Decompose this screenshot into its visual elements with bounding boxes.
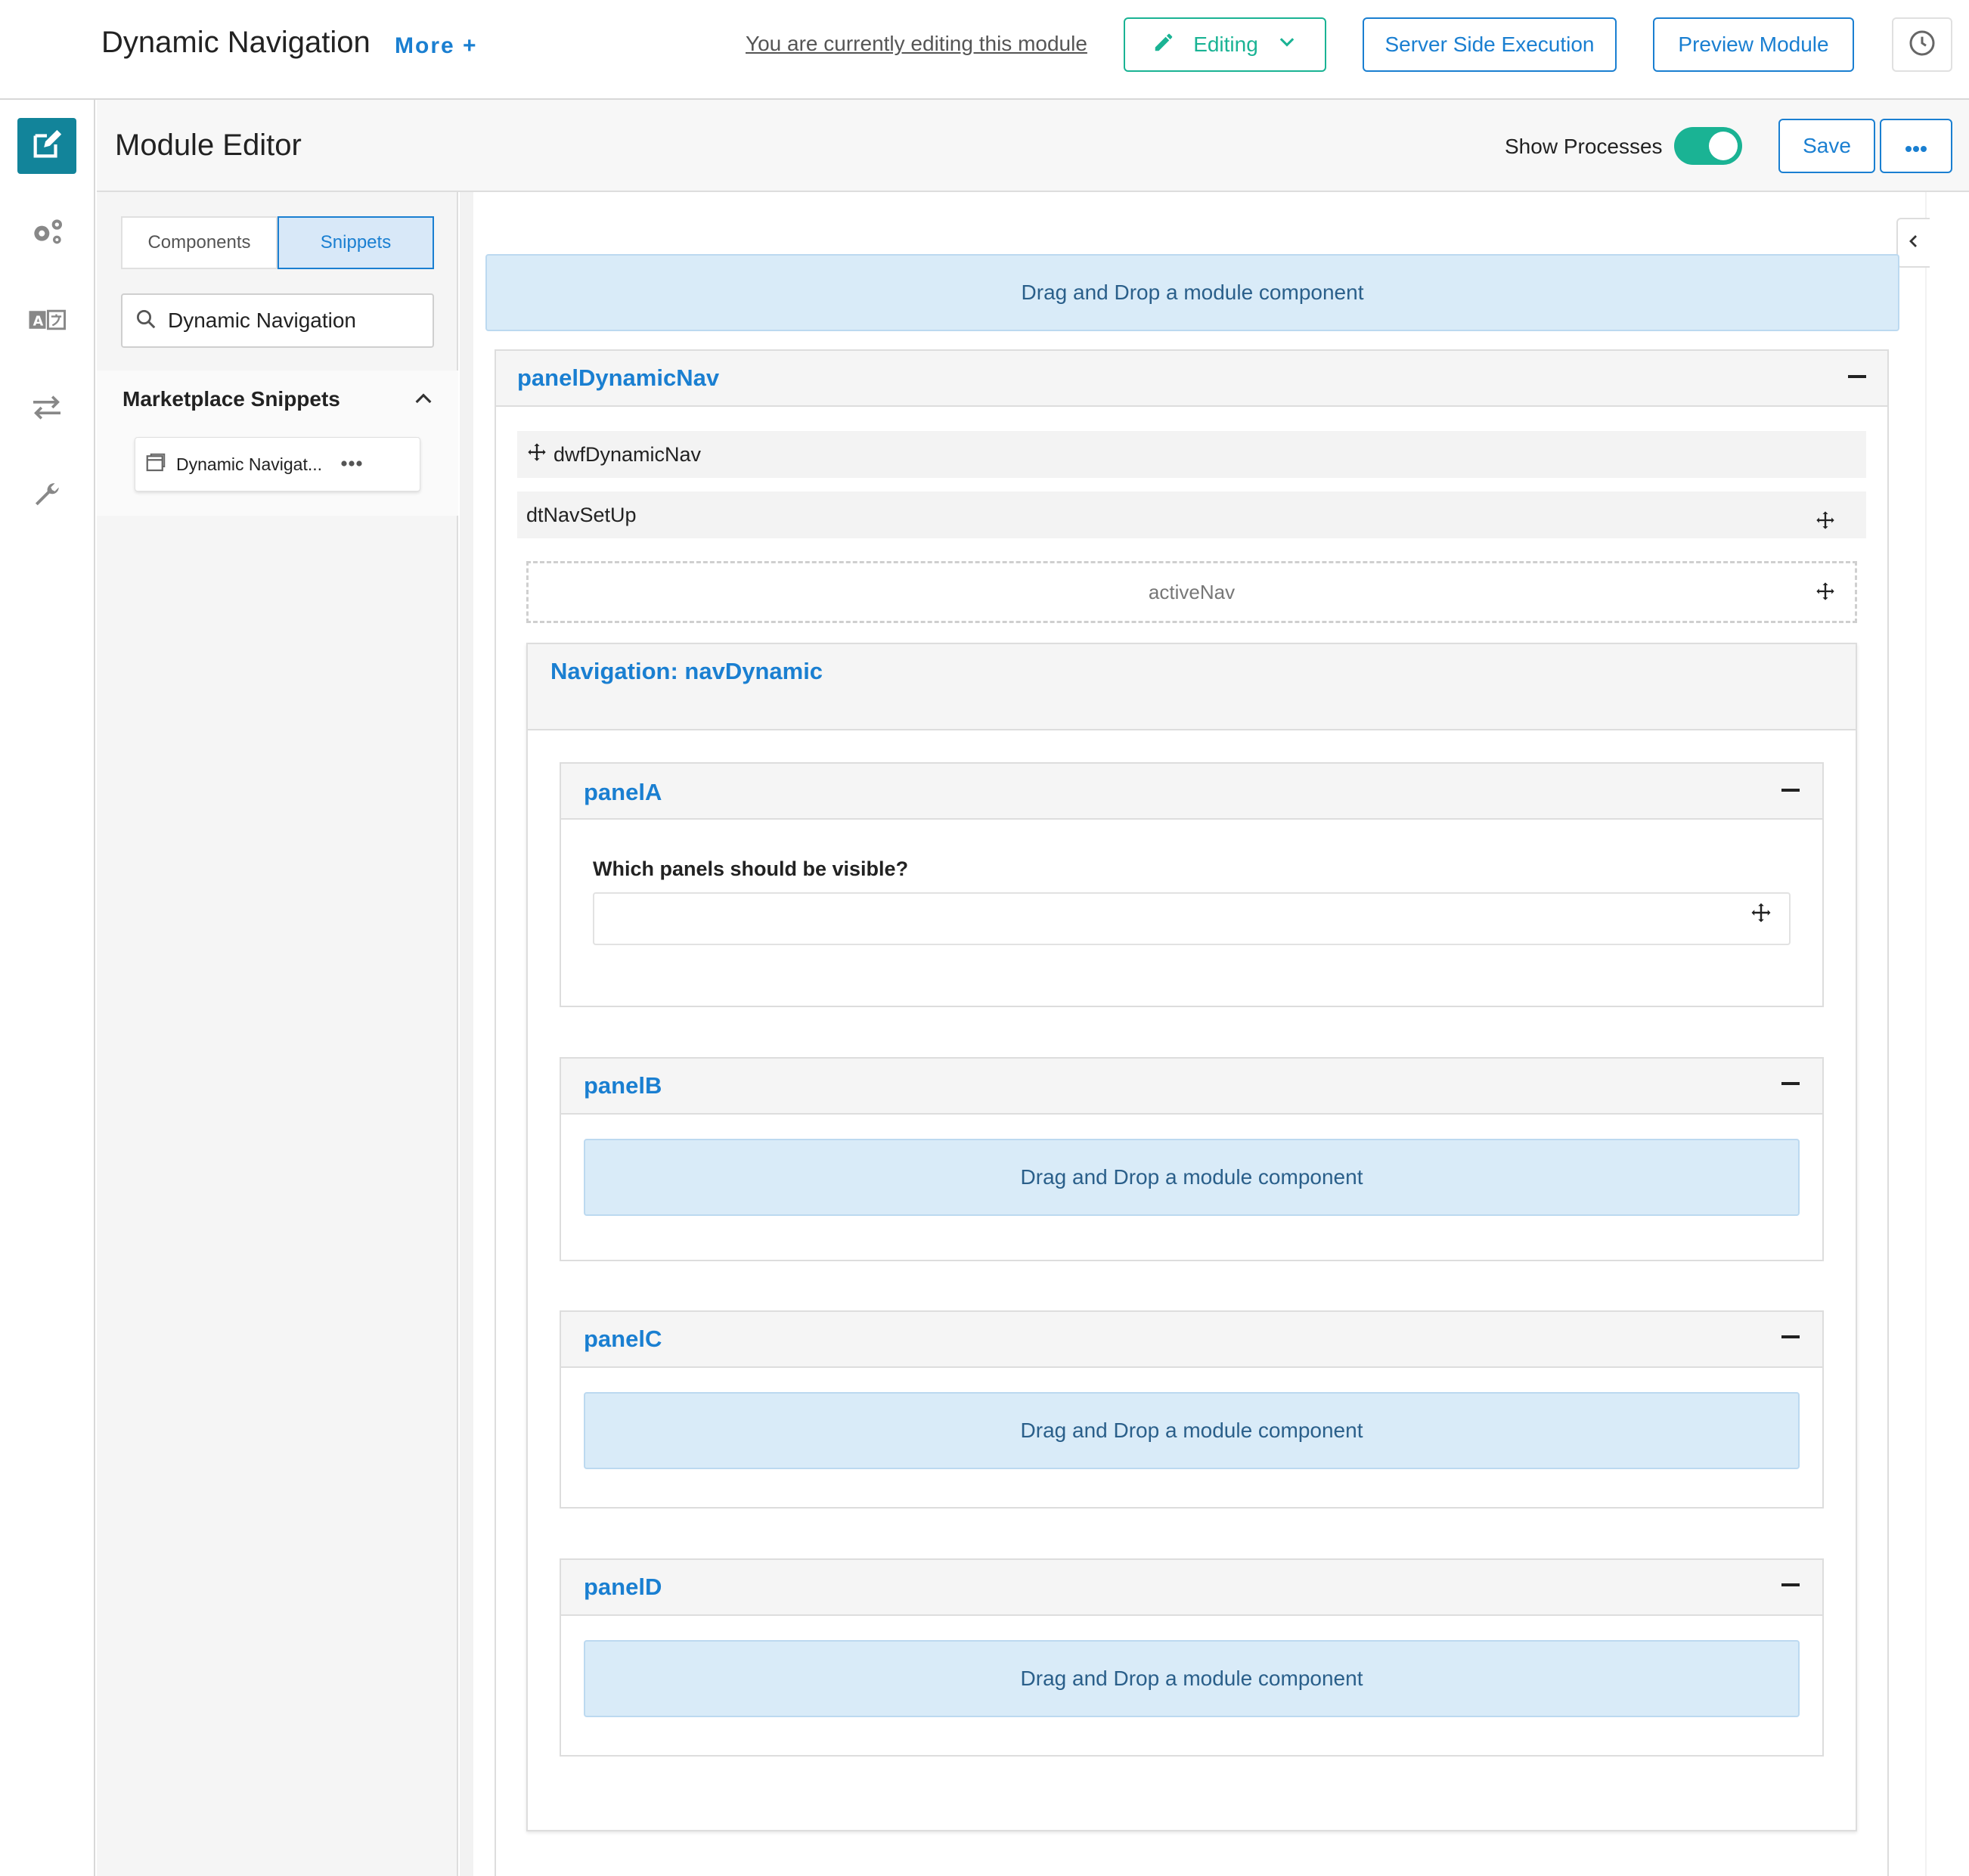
- pencil-icon: [1152, 31, 1175, 59]
- minus-icon[interactable]: [1781, 1583, 1800, 1586]
- chevron-down-icon: [1276, 32, 1298, 58]
- transfer-arrows-icon: [30, 394, 64, 425]
- visible-panels-select[interactable]: [593, 892, 1791, 945]
- dropzone-panel-b[interactable]: Drag and Drop a module component: [584, 1139, 1800, 1216]
- panel-a-header: [561, 764, 1822, 820]
- chevron-up-icon[interactable]: [411, 387, 436, 415]
- window-icon: [144, 451, 167, 478]
- tab-components[interactable]: Components: [121, 216, 278, 269]
- ellipsis-icon: [1905, 134, 1927, 158]
- snippet-more-icon[interactable]: [340, 457, 364, 471]
- snippet-card[interactable]: Dynamic Navigat...: [135, 437, 420, 491]
- minus-icon[interactable]: [1781, 789, 1800, 792]
- history-button[interactable]: [1892, 17, 1952, 72]
- clock-icon: [1907, 28, 1937, 62]
- collapse-panel-button[interactable]: [1896, 218, 1930, 268]
- move-icon[interactable]: [1815, 510, 1836, 535]
- editing-dropdown-button[interactable]: Editing: [1124, 17, 1326, 72]
- editing-label: Editing: [1193, 33, 1258, 56]
- rail-item-editor[interactable]: [17, 118, 76, 174]
- navigation-title: Navigation: navDynamic: [550, 658, 823, 684]
- dwf-dynamic-nav[interactable]: dwfDynamicNav: [517, 431, 1866, 478]
- show-processes-label: Show Processes: [1505, 135, 1663, 158]
- svg-text:A: A: [33, 314, 44, 329]
- panel-tabs: Components Snippets: [121, 216, 434, 269]
- rail-item-tools[interactable]: [17, 469, 76, 525]
- translate-icon: A: [28, 309, 66, 335]
- panel-b-title: panelB: [584, 1072, 662, 1099]
- dropzone-panel-d[interactable]: Drag and Drop a module component: [584, 1640, 1800, 1717]
- server-side-execution-button[interactable]: Server Side Execution: [1363, 17, 1617, 72]
- more-link[interactable]: More +: [395, 33, 478, 59]
- active-nav-field[interactable]: activeNav: [526, 561, 1857, 623]
- move-icon[interactable]: [1815, 581, 1836, 606]
- snippet-label: Dynamic Navigat...: [176, 454, 323, 474]
- tab-snippets[interactable]: Snippets: [278, 216, 434, 269]
- show-processes-toggle[interactable]: [1674, 127, 1742, 165]
- minus-icon[interactable]: [1848, 375, 1866, 378]
- dt-nav-setup[interactable]: dtNavSetUp: [517, 491, 1866, 538]
- rail-item-settings[interactable]: [17, 206, 76, 262]
- wrench-icon: [31, 479, 63, 515]
- module-editor-title: Module Editor: [115, 129, 302, 162]
- marketplace-snippets-title: Marketplace Snippets: [122, 387, 340, 411]
- panel-c-header: [561, 1312, 1822, 1368]
- rail-item-translations[interactable]: A: [17, 293, 76, 349]
- minus-icon[interactable]: [1781, 1335, 1800, 1338]
- app-title: Dynamic Navigation: [101, 26, 371, 59]
- gears-icon: [28, 216, 66, 253]
- panel-d-title: panelD: [584, 1574, 662, 1600]
- edit-icon: [29, 127, 64, 166]
- dropzone-panel-c[interactable]: Drag and Drop a module component: [584, 1392, 1800, 1469]
- icon-rail: A: [0, 100, 95, 1876]
- editing-note-link[interactable]: You are currently editing this module: [746, 32, 1087, 56]
- snippet-search: [121, 293, 434, 348]
- panel-a-title: panelA: [584, 779, 662, 805]
- dt-label: dtNavSetUp: [526, 503, 637, 526]
- dwf-label: dwfDynamicNav: [553, 442, 702, 466]
- panel-d-header: [561, 1560, 1822, 1616]
- chevron-left-icon: [1905, 230, 1923, 256]
- panel-c-title: panelC: [584, 1326, 662, 1352]
- dropzone-top[interactable]: Drag and Drop a module component: [485, 254, 1899, 331]
- more-options-button[interactable]: [1880, 119, 1952, 173]
- move-icon[interactable]: [526, 442, 547, 468]
- save-button[interactable]: Save: [1778, 119, 1875, 173]
- panel-b-header: [561, 1059, 1822, 1115]
- move-icon[interactable]: [1750, 901, 1772, 928]
- rail-item-data-exchange[interactable]: [17, 381, 76, 437]
- search-icon: [135, 308, 157, 334]
- preview-module-button[interactable]: Preview Module: [1653, 17, 1854, 72]
- minus-icon[interactable]: [1781, 1082, 1800, 1085]
- right-gutter: [1927, 192, 1969, 1876]
- search-input[interactable]: [168, 309, 417, 333]
- visible-panels-label: Which panels should be visible?: [593, 857, 909, 880]
- panel-dynamic-nav-title: panelDynamicNav: [517, 364, 720, 391]
